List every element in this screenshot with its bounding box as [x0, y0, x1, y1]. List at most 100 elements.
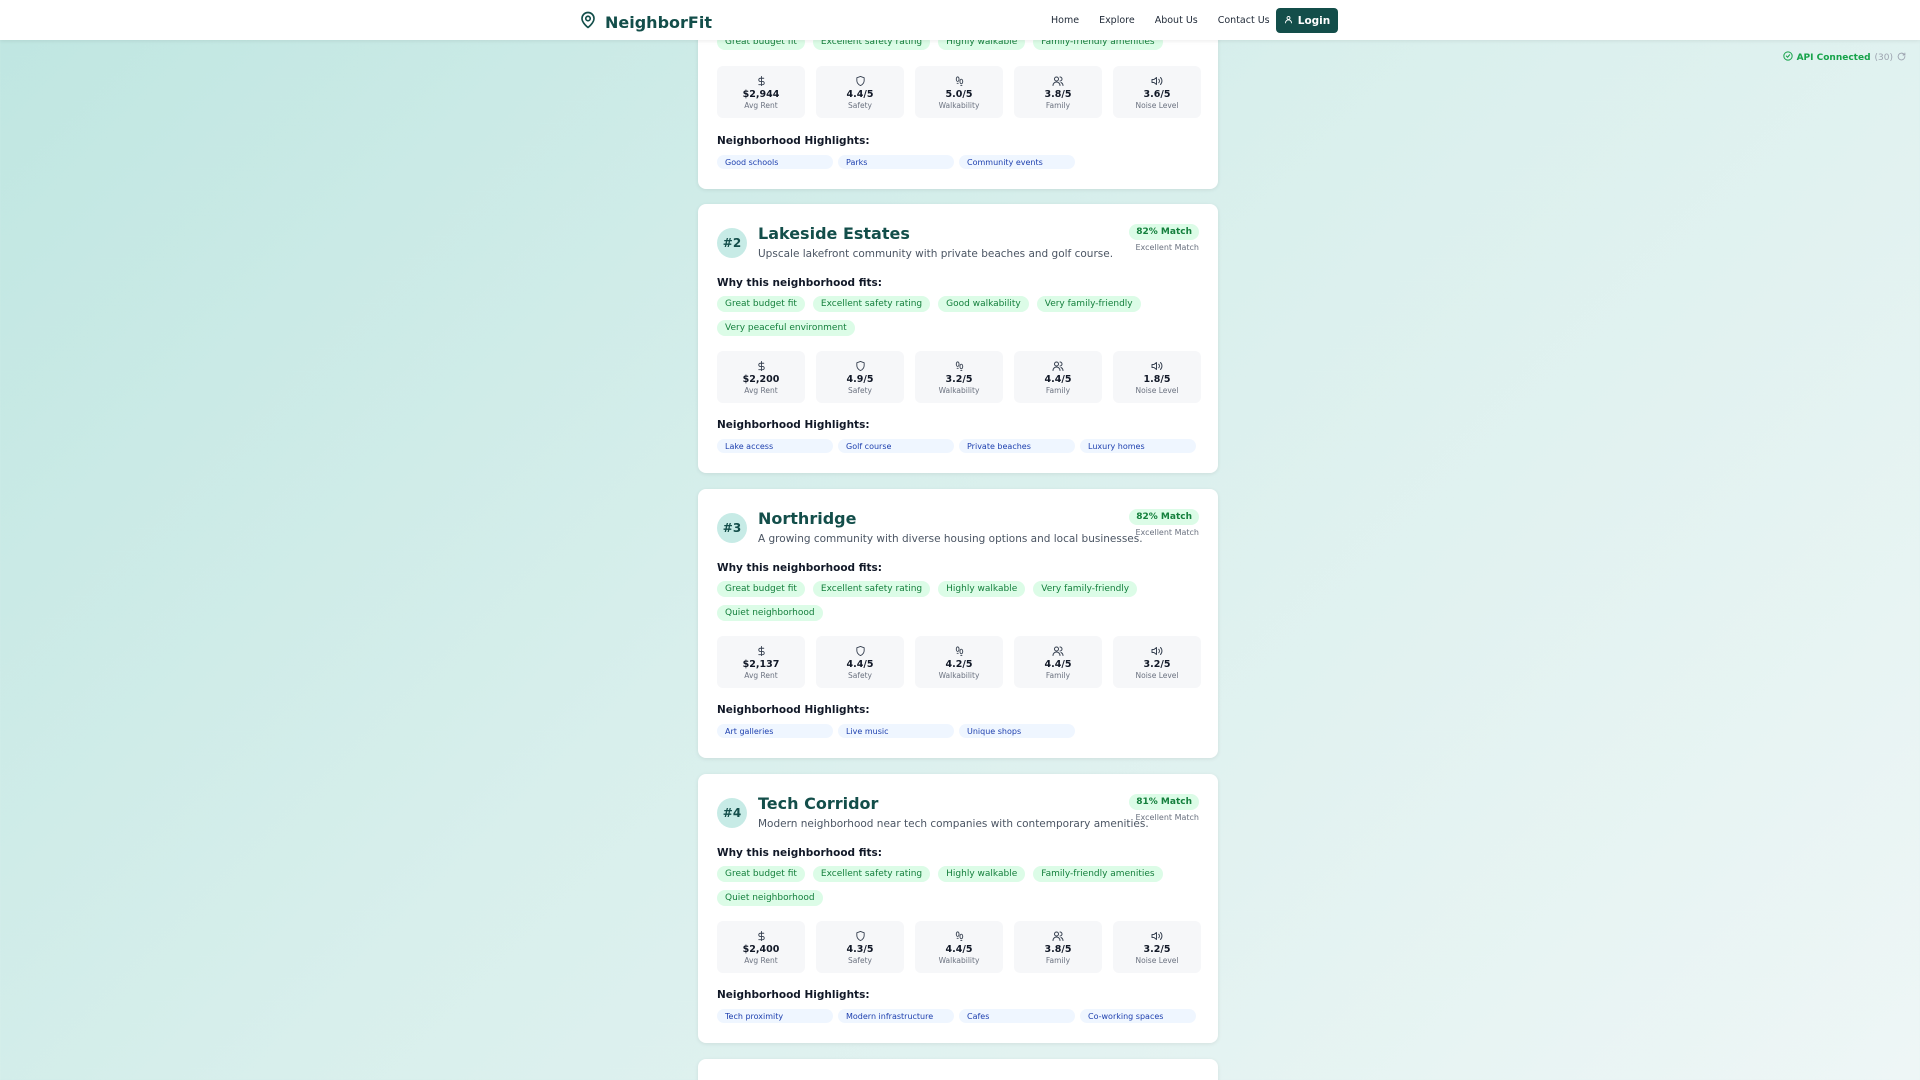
stat-walkability: 4.4/5 Walkability: [915, 921, 1003, 973]
api-status-label: API Connected: [1796, 52, 1871, 63]
volume-icon: [1151, 644, 1163, 657]
stat-value: 4.2/5: [945, 659, 973, 670]
stat-value: 3.2/5: [1143, 659, 1171, 670]
brand-name: NeighborFit: [605, 12, 712, 32]
fit-chip: Quiet neighborhood: [717, 605, 823, 621]
stat-label: Safety: [848, 671, 872, 680]
users-icon: [1052, 359, 1064, 372]
fit-chips: Great budget fit Excellent safety rating…: [717, 866, 1199, 906]
neighborhood-description: Upscale lakefront community with private…: [758, 248, 1114, 260]
refresh-icon[interactable]: [1897, 52, 1906, 64]
stat-label: Walkability: [938, 956, 980, 965]
nav-contact-us[interactable]: Contact Us: [1218, 15, 1270, 26]
stat-value: 5.0/5: [945, 89, 973, 100]
stat-label: Avg Rent: [744, 386, 778, 395]
match-badge: 82% Match: [1129, 509, 1199, 525]
highlights-row: Tech proximity Modern infrastructure Caf…: [717, 1009, 1196, 1023]
stat-value: 1.8/5: [1143, 374, 1171, 385]
stat-avg-rent: $2,944 Avg Rent: [717, 66, 805, 118]
stat-label: Noise Level: [1135, 386, 1179, 395]
highlights-row: Good schools Parks Community events: [717, 155, 1075, 169]
stat-label: Walkability: [938, 671, 980, 680]
why-fits-heading: Why this neighborhood fits:: [717, 847, 882, 859]
match-badge: 81% Match: [1129, 794, 1199, 810]
highlight-tag: Live music: [838, 724, 954, 738]
neighborhood-card-next[interactable]: [698, 1059, 1218, 1080]
stat-label: Avg Rent: [744, 101, 778, 110]
fit-chip: Good walkability: [938, 296, 1029, 312]
volume-icon: [1151, 359, 1163, 372]
stat-value: 3.2/5: [945, 374, 973, 385]
fit-chip: Quiet neighborhood: [717, 890, 823, 906]
highlights-row: Art galleries Live music Unique shops: [717, 724, 1075, 738]
nav-home[interactable]: Home: [1051, 15, 1079, 26]
stat-label: Noise Level: [1135, 101, 1179, 110]
fit-chip: Highly walkable: [938, 866, 1026, 882]
fit-chip: Excellent safety rating: [812, 866, 931, 882]
stat-value: 4.4/5: [846, 659, 874, 670]
shield-icon: [855, 359, 866, 372]
stat-family: 3.8/5 Family: [1014, 66, 1102, 118]
stat-walkability: 4.2/5 Walkability: [915, 636, 1003, 688]
stat-safety: 4.4/5 Safety: [816, 636, 904, 688]
fit-chips: Great budget fit Excellent safety rating…: [717, 296, 1199, 336]
stat-noise: 3.2/5 Noise Level: [1113, 921, 1201, 973]
dollar-icon: [756, 644, 767, 657]
highlights-heading: Neighborhood Highlights:: [717, 419, 870, 431]
volume-icon: [1151, 929, 1163, 942]
neighborhood-card[interactable]: #4 Tech Corridor Modern neighborhood nea…: [698, 774, 1218, 1043]
stat-safety: 4.3/5 Safety: [816, 921, 904, 973]
stat-label: Avg Rent: [744, 956, 778, 965]
stat-value: $2,400: [742, 944, 780, 955]
api-status: API Connected (30): [1782, 51, 1906, 64]
rank-badge: #3: [717, 513, 747, 543]
stat-label: Walkability: [938, 101, 980, 110]
fit-chips: Great budget fit Excellent safety rating…: [717, 581, 1199, 621]
stat-value: 4.4/5: [945, 944, 973, 955]
stat-value: 4.4/5: [1044, 659, 1072, 670]
neighborhood-card[interactable]: #2 Lakeside Estates Upscale lakefront co…: [698, 204, 1218, 473]
footprints-icon: [954, 359, 965, 372]
stat-family: 3.8/5 Family: [1014, 921, 1102, 973]
map-pin-icon: [579, 10, 597, 34]
highlight-tag: Art galleries: [717, 724, 833, 738]
highlight-tag: Community events: [959, 155, 1075, 169]
stat-avg-rent: $2,137 Avg Rent: [717, 636, 805, 688]
users-icon: [1052, 74, 1064, 87]
highlight-tag: Parks: [838, 155, 954, 169]
stat-safety: 4.9/5 Safety: [816, 351, 904, 403]
users-icon: [1052, 929, 1064, 942]
rank-badge: #2: [717, 228, 747, 258]
why-fits-heading: Why this neighborhood fits:: [717, 277, 882, 289]
fit-chip: Highly walkable: [938, 581, 1026, 597]
stat-label: Safety: [848, 386, 872, 395]
login-label: Login: [1297, 14, 1331, 27]
highlights-heading: Neighborhood Highlights:: [717, 989, 870, 1001]
login-button[interactable]: Login: [1276, 8, 1338, 33]
stat-value: 3.2/5: [1143, 944, 1171, 955]
stats-row: $2,944 Avg Rent 4.4/5 Safety 5.0/5 Walka…: [717, 66, 1201, 118]
fit-chip: Very family-friendly: [1033, 581, 1138, 597]
match-label: Excellent Match: [1135, 243, 1200, 252]
neighborhood-card[interactable]: #3 Northridge A growing community with d…: [698, 489, 1218, 758]
highlight-tag: Unique shops: [959, 724, 1075, 738]
neighborhood-name: Tech Corridor: [758, 794, 879, 813]
stat-label: Walkability: [938, 386, 980, 395]
stat-avg-rent: $2,200 Avg Rent: [717, 351, 805, 403]
stat-noise: 1.8/5 Noise Level: [1113, 351, 1201, 403]
stats-row: $2,200 Avg Rent 4.9/5 Safety 3.2/5 Walka…: [717, 351, 1201, 403]
stat-noise: 3.6/5 Noise Level: [1113, 66, 1201, 118]
page-scrollbar[interactable]: [1914, 40, 1920, 1080]
highlight-tag: Luxury homes: [1080, 439, 1196, 453]
stat-avg-rent: $2,400 Avg Rent: [717, 921, 805, 973]
neighborhood-name: Northridge: [758, 509, 857, 528]
nav-explore[interactable]: Explore: [1099, 15, 1135, 26]
shield-icon: [855, 929, 866, 942]
stats-row: $2,137 Avg Rent 4.4/5 Safety 4.2/5 Walka…: [717, 636, 1201, 688]
dollar-icon: [756, 929, 767, 942]
brand[interactable]: NeighborFit: [579, 10, 712, 34]
user-icon: [1284, 15, 1293, 27]
stat-label: Noise Level: [1135, 956, 1179, 965]
nav-about-us[interactable]: About Us: [1155, 15, 1198, 26]
stat-noise: 3.2/5 Noise Level: [1113, 636, 1201, 688]
